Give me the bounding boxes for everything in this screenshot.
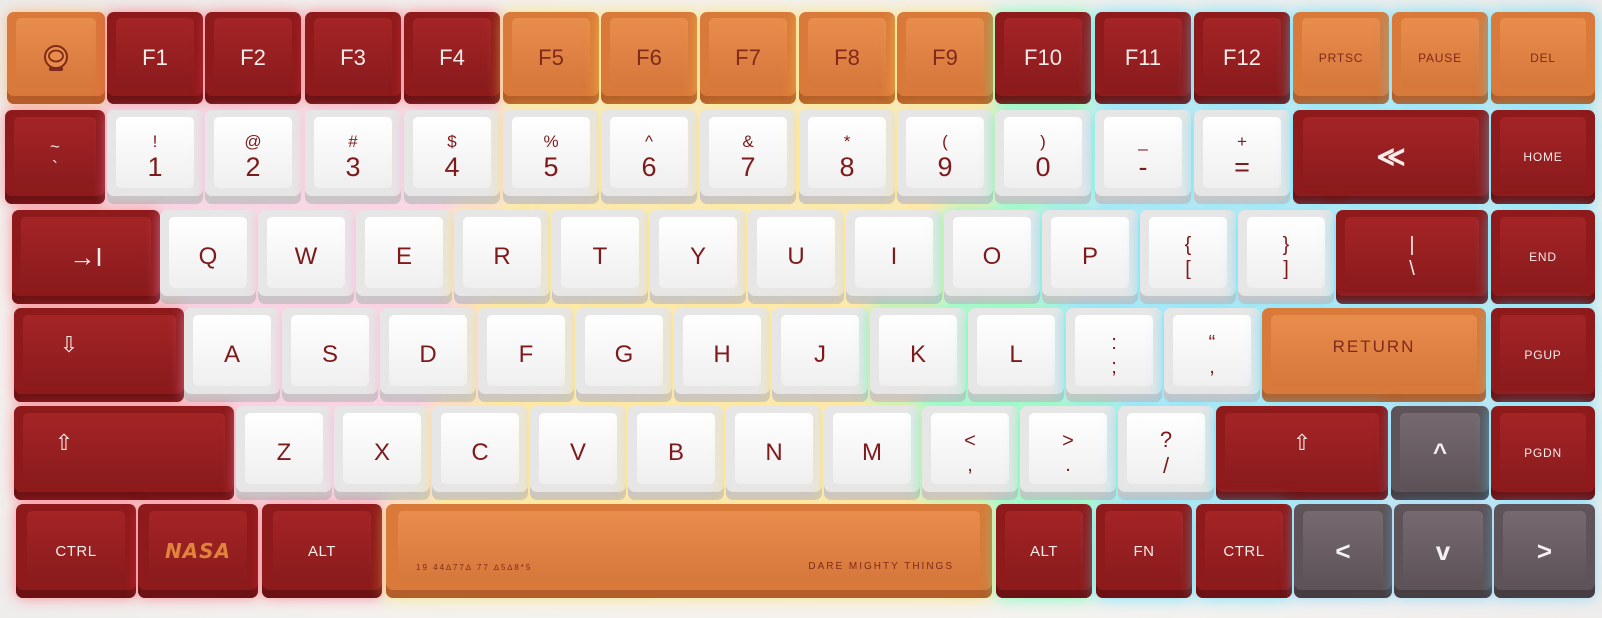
- key-left-shift[interactable]: ⇧: [14, 406, 234, 500]
- key-right-alt[interactable]: ALT: [996, 504, 1092, 598]
- key-pgup[interactable]: PGUP: [1491, 308, 1595, 402]
- key-0[interactable]: ) 0: [995, 110, 1091, 204]
- key-3[interactable]: #3: [305, 110, 401, 204]
- key-esc[interactable]: [7, 12, 105, 104]
- key-9[interactable]: (9: [897, 110, 993, 204]
- key-arrow-left[interactable]: <: [1294, 504, 1392, 598]
- key-i[interactable]: I: [846, 210, 942, 304]
- key-minus[interactable]: _ -: [1095, 110, 1191, 204]
- astronaut-helmet-icon: [44, 45, 68, 71]
- key-4[interactable]: $4: [404, 110, 500, 204]
- key-left-ctrl[interactable]: CTRL: [16, 504, 136, 598]
- key-left-bracket[interactable]: {[: [1140, 210, 1236, 304]
- key-del[interactable]: DEL: [1491, 12, 1595, 104]
- key-grave[interactable]: ~ `: [5, 110, 105, 204]
- arrow-right-icon: >: [1536, 536, 1553, 566]
- key-g[interactable]: G: [576, 308, 672, 402]
- key-e[interactable]: E: [356, 210, 452, 304]
- key-prtsc[interactable]: PRTSC: [1293, 12, 1389, 104]
- key-arrow-up[interactable]: ^: [1391, 406, 1489, 500]
- key-u[interactable]: U: [748, 210, 844, 304]
- key-f4[interactable]: F4: [404, 12, 500, 104]
- nasa-logo: NASA: [164, 539, 232, 563]
- key-a[interactable]: A: [184, 308, 280, 402]
- key-7[interactable]: & 7: [700, 110, 796, 204]
- key-right-ctrl[interactable]: CTRL: [1196, 504, 1292, 598]
- key-slash[interactable]: ? /: [1118, 406, 1214, 500]
- key-f7[interactable]: F7: [700, 12, 796, 104]
- backspace-icon: ≪: [1376, 141, 1406, 172]
- key-z[interactable]: Z: [236, 406, 332, 500]
- key-o[interactable]: O: [944, 210, 1040, 304]
- key-f3[interactable]: F3: [305, 12, 401, 104]
- key-m[interactable]: M: [824, 406, 920, 500]
- keyboard: F1 F2 F3 F4 F5 F6 F7 F8 F9 F10 F11 F12 P…: [0, 0, 1602, 618]
- key-home[interactable]: HOME: [1491, 110, 1595, 204]
- key-f5[interactable]: F5: [503, 12, 599, 104]
- key-f8[interactable]: F8: [799, 12, 895, 104]
- space-left-legend: 19 44∆77∆ 77 ∆5∆8*5: [416, 563, 533, 572]
- shift-icon: ⇧: [1292, 430, 1312, 455]
- key-end[interactable]: END: [1491, 210, 1595, 304]
- key-pause[interactable]: PAUSE: [1392, 12, 1488, 104]
- key-x[interactable]: X: [334, 406, 430, 500]
- key-d[interactable]: D: [380, 308, 476, 402]
- key-j[interactable]: J: [772, 308, 868, 402]
- arrow-down-icon: v: [1435, 536, 1451, 566]
- key-return[interactable]: RETURN: [1262, 308, 1486, 402]
- key-f10[interactable]: F10: [995, 12, 1091, 104]
- key-c[interactable]: C: [432, 406, 528, 500]
- key-f6[interactable]: F6: [601, 12, 697, 104]
- key-p[interactable]: P: [1042, 210, 1138, 304]
- key-t[interactable]: T: [552, 210, 648, 304]
- key-q[interactable]: Q: [160, 210, 256, 304]
- key-h[interactable]: H: [674, 308, 770, 402]
- key-arrow-right[interactable]: >: [1494, 504, 1595, 598]
- key-f[interactable]: F: [478, 308, 574, 402]
- key-backspace[interactable]: ≪: [1293, 110, 1489, 204]
- key-space[interactable]: 19 44∆77∆ 77 ∆5∆8*5 DARE MIGHTY THINGS: [386, 504, 992, 598]
- key-f2[interactable]: F2: [205, 12, 301, 104]
- tab-icon: →I: [69, 242, 103, 272]
- key-l[interactable]: L: [968, 308, 1064, 402]
- key-right-shift[interactable]: ⇧: [1216, 406, 1388, 500]
- key-quote[interactable]: “,: [1164, 308, 1260, 402]
- key-pgdn[interactable]: PGDN: [1491, 406, 1595, 500]
- key-s[interactable]: S: [282, 308, 378, 402]
- key-8[interactable]: * 8: [799, 110, 895, 204]
- key-w[interactable]: W: [258, 210, 354, 304]
- key-k[interactable]: K: [870, 308, 966, 402]
- space-right-legend: DARE MIGHTY THINGS: [808, 561, 954, 572]
- key-tab[interactable]: →I: [12, 210, 160, 304]
- key-backslash[interactable]: | \: [1336, 210, 1488, 304]
- key-n[interactable]: N: [726, 406, 822, 500]
- key-caps-lock[interactable]: ⇩: [14, 308, 184, 402]
- key-equal[interactable]: + =: [1194, 110, 1290, 204]
- key-fn[interactable]: FN: [1096, 504, 1192, 598]
- key-y[interactable]: Y: [650, 210, 746, 304]
- key-6[interactable]: ^ 6: [601, 110, 697, 204]
- key-r[interactable]: R: [454, 210, 550, 304]
- key-period[interactable]: >.: [1020, 406, 1116, 500]
- key-f9[interactable]: F9: [897, 12, 993, 104]
- key-left-alt[interactable]: ALT: [262, 504, 382, 598]
- arrow-left-icon: <: [1335, 536, 1351, 566]
- key-v[interactable]: V: [530, 406, 626, 500]
- key-right-bracket[interactable]: }]: [1238, 210, 1334, 304]
- key-left-meta[interactable]: NASA: [138, 504, 258, 598]
- key-f11[interactable]: F11: [1095, 12, 1191, 104]
- key-semicolon[interactable]: :;: [1066, 308, 1162, 402]
- key-b[interactable]: B: [628, 406, 724, 500]
- shift-icon: ⇧: [54, 430, 74, 455]
- key-arrow-down[interactable]: v: [1394, 504, 1492, 598]
- key-1[interactable]: ! 1: [107, 110, 203, 204]
- caps-lock-icon: ⇩: [59, 332, 79, 357]
- key-comma[interactable]: <,: [922, 406, 1018, 500]
- key-f1[interactable]: F1: [107, 12, 203, 104]
- key-2[interactable]: @2: [205, 110, 301, 204]
- key-5[interactable]: % 5: [503, 110, 599, 204]
- key-f12[interactable]: F12: [1194, 12, 1290, 104]
- arrow-up-icon: ^: [1432, 439, 1447, 466]
